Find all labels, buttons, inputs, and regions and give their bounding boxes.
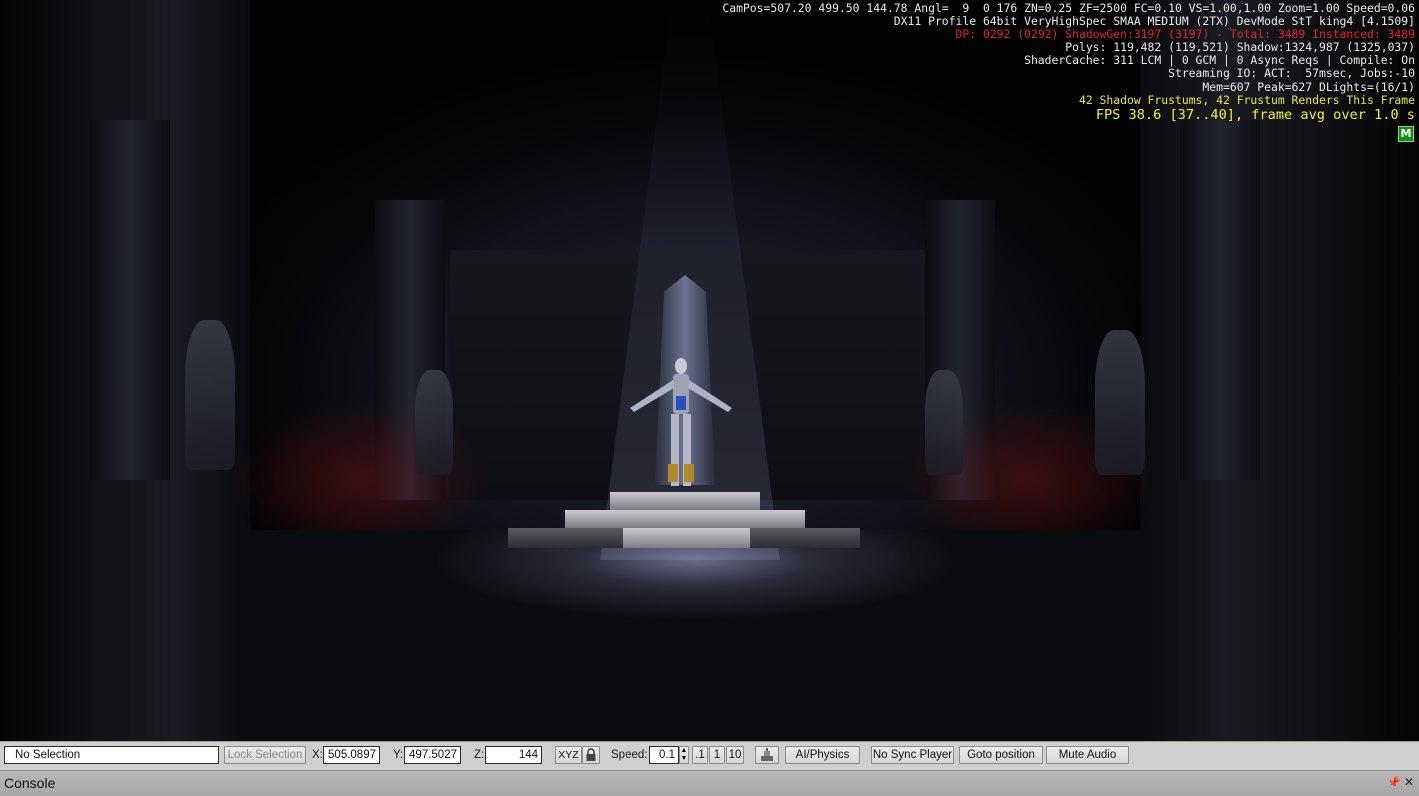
terrain-icon bbox=[761, 748, 773, 761]
close-icon[interactable]: ✕ bbox=[1404, 775, 1414, 789]
player-character[interactable] bbox=[628, 356, 734, 494]
statue-left-2 bbox=[415, 370, 453, 475]
stats-streaming-line: Streaming IO: ACT: 57msec, Jobs:-10 bbox=[1168, 66, 1415, 81]
statue-left-1 bbox=[185, 320, 235, 470]
pillar-right-far bbox=[1180, 120, 1260, 480]
statue-right-1 bbox=[925, 370, 963, 475]
console-title: Console bbox=[4, 775, 56, 791]
pillar-left-far bbox=[90, 120, 170, 480]
lock-selection-button[interactable]: Lock Selection bbox=[224, 746, 306, 764]
z-label: Z: bbox=[474, 749, 485, 761]
mode-badge: M bbox=[1398, 126, 1414, 142]
goto-position-button[interactable]: Goto position bbox=[959, 746, 1043, 764]
statue-right-2 bbox=[1095, 330, 1145, 475]
editor-status-toolbar: No Selection Lock Selection X: 505.0897 … bbox=[0, 741, 1419, 771]
x-coordinate-field[interactable]: 505.0897 bbox=[323, 746, 380, 764]
xyz-axis-button[interactable]: XYZ bbox=[555, 746, 582, 764]
terrain-snap-button[interactable] bbox=[755, 746, 779, 764]
floor bbox=[245, 530, 1145, 741]
speed-stepper[interactable]: ▲ ▼ bbox=[679, 746, 689, 764]
dais-step-bottom-center bbox=[623, 528, 750, 548]
stepper-down-icon[interactable]: ▼ bbox=[680, 755, 688, 763]
lock-axis-button[interactable] bbox=[582, 746, 600, 764]
speed-preset-1[interactable]: 1 bbox=[709, 746, 725, 764]
dais-step-bottom-left bbox=[508, 528, 623, 548]
speed-preset-0-1[interactable]: .1 bbox=[692, 746, 708, 764]
no-sync-player-button[interactable]: No Sync Player bbox=[871, 746, 954, 764]
console-panel-header[interactable]: Console 📌 ✕ bbox=[0, 770, 1419, 796]
padlock-icon bbox=[586, 748, 596, 761]
x-label: X: bbox=[312, 749, 323, 761]
ai-physics-button[interactable]: AI/Physics bbox=[785, 746, 860, 764]
dais-step-mid bbox=[565, 510, 805, 528]
stepper-up-icon[interactable]: ▲ bbox=[680, 747, 688, 755]
speed-label: Speed: bbox=[611, 749, 648, 761]
dais-step-top bbox=[610, 492, 760, 510]
fps-counter: FPS 38.6 [37..40], frame avg over 1.0 s bbox=[1095, 106, 1415, 123]
speed-preset-10[interactable]: 10 bbox=[726, 746, 744, 764]
stats-memory-line: Mem=607 Peak=627 DLights=(16/1) bbox=[1202, 79, 1415, 94]
game-viewport[interactable]: CamPos=507.20 499.50 144.78 Angl= 9 0 17… bbox=[0, 0, 1419, 741]
pin-icon[interactable]: 📌 bbox=[1387, 776, 1401, 789]
debug-stats-overlay: CamPos=507.20 499.50 144.78 Angl= 9 0 17… bbox=[722, 1, 1415, 124]
stats-frustum-line: 42 Shadow Frustums, 42 Frustum Renders T… bbox=[1078, 92, 1415, 107]
y-label: Y: bbox=[393, 749, 404, 761]
dais-step-bottom-right bbox=[750, 528, 860, 548]
selection-field[interactable]: No Selection bbox=[4, 746, 219, 764]
y-coordinate-field[interactable]: 497.5027 bbox=[404, 746, 461, 764]
z-coordinate-field[interactable]: 144 bbox=[485, 746, 542, 764]
speed-field[interactable]: 0.1 bbox=[649, 746, 679, 764]
mute-audio-button[interactable]: Mute Audio bbox=[1046, 746, 1129, 764]
